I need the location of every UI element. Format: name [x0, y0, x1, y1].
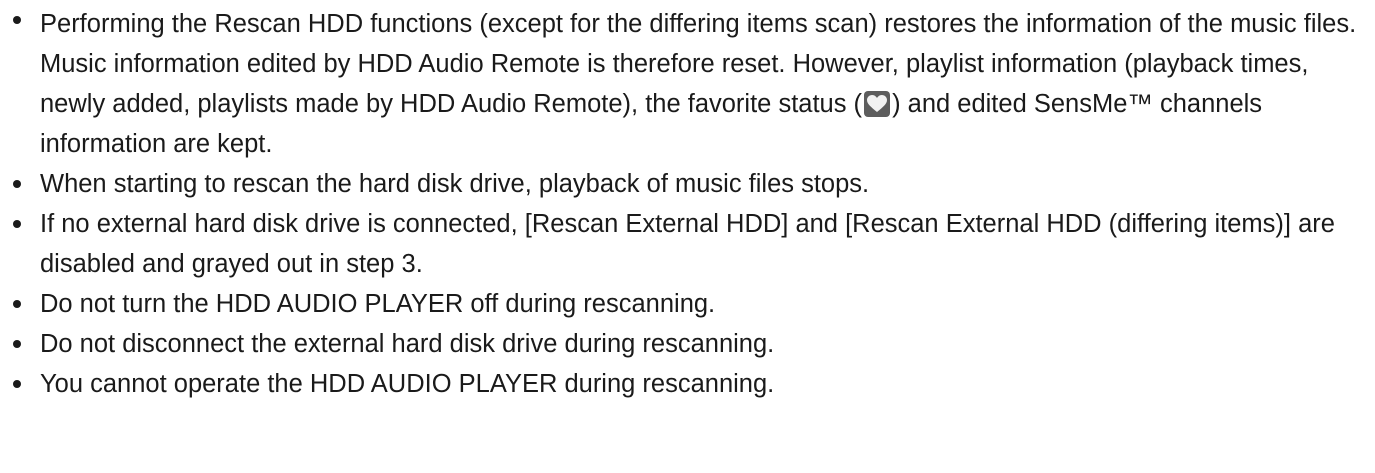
note-text: Do not turn the HDD AUDIO PLAYER off dur… — [40, 290, 716, 318]
bullet — [13, 220, 21, 228]
note-text: If no external hard disk drive is connec… — [40, 210, 1335, 278]
note-text: When starting to rescan the hard disk dr… — [40, 170, 870, 198]
note-item-rescan-restores: Performing the Rescan HDD functions (exc… — [0, 0, 1375, 164]
note-text: You cannot operate the HDD AUDIO PLAYER … — [40, 370, 775, 398]
bullet — [13, 16, 21, 24]
note-item-external-hdd-disabled: If no external hard disk drive is connec… — [0, 204, 1375, 284]
note-text: Do not disconnect the external hard disk… — [40, 330, 775, 358]
favorite-heart-icon — [864, 91, 891, 117]
notes-list: Performing the Rescan HDD functions (exc… — [0, 0, 1375, 404]
note-item-do-not-turn-off: Do not turn the HDD AUDIO PLAYER off dur… — [0, 284, 1375, 324]
note-item-do-not-disconnect: Do not disconnect the external hard disk… — [0, 324, 1375, 364]
bullet — [13, 300, 21, 308]
bullet — [13, 380, 21, 388]
note-item-cannot-operate: You cannot operate the HDD AUDIO PLAYER … — [0, 364, 1375, 404]
bullet — [13, 180, 21, 188]
bullet — [13, 340, 21, 348]
note-item-playback-stops: When starting to rescan the hard disk dr… — [0, 164, 1375, 204]
